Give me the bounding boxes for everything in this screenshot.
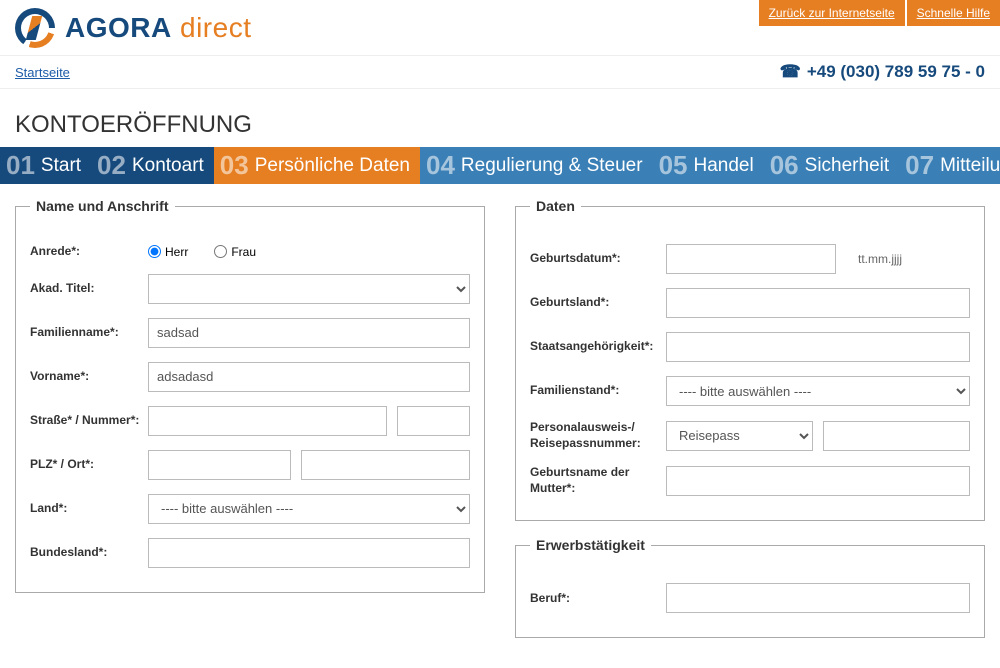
input-bundesland[interactable] <box>148 538 470 568</box>
page-title: KONTOERÖFFNUNG <box>0 89 1000 147</box>
input-staatsangehoerigkeit[interactable] <box>666 332 970 362</box>
input-ort[interactable] <box>301 450 470 480</box>
label-staatsangehoerigkeit: Staatsangehörigkeit*: <box>530 339 666 355</box>
input-geburtsname-mutter[interactable] <box>666 466 970 496</box>
label-plz-ort: PLZ* / Ort*: <box>30 457 148 473</box>
phone-text: +49 (030) 789 59 75 - 0 <box>807 62 985 82</box>
step-handel[interactable]: 05Handel <box>653 147 764 184</box>
step-persoenliche-daten[interactable]: 03Persönliche Daten <box>214 147 420 184</box>
legend-daten: Daten <box>530 198 581 214</box>
label-beruf: Beruf*: <box>530 591 666 607</box>
input-geburtsland[interactable] <box>666 288 970 318</box>
select-familienstand[interactable]: ---- bitte auswählen ---- <box>666 376 970 406</box>
input-strasse[interactable] <box>148 406 387 436</box>
step-kontoart[interactable]: 02Kontoart <box>91 147 214 184</box>
input-nummer[interactable] <box>397 406 470 436</box>
label-strasse: Straße* / Nummer*: <box>30 413 148 429</box>
step-start[interactable]: 01Start <box>0 147 91 184</box>
input-ausweis-nummer[interactable] <box>823 421 970 451</box>
breadcrumb-home[interactable]: Startseite <box>15 65 70 80</box>
input-familienname[interactable] <box>148 318 470 348</box>
step-nav: 01Start 02Kontoart 03Persönliche Daten 0… <box>0 147 1000 184</box>
label-anrede: Anrede*: <box>30 244 148 260</box>
link-back-to-site[interactable]: Zurück zur Internetseite <box>759 0 905 26</box>
step-mitteilung[interactable]: 07Mitteilung <box>899 147 1000 184</box>
input-plz[interactable] <box>148 450 291 480</box>
logo-text: AGORA direct <box>65 12 251 44</box>
phone-icon: ☎ <box>780 62 801 82</box>
radio-herr[interactable] <box>148 245 161 258</box>
step-sicherheit[interactable]: 06Sicherheit <box>764 147 899 184</box>
fieldset-daten: Daten Geburtsdatum*: tt.mm.jjjj Geburtsl… <box>515 198 985 521</box>
input-beruf[interactable] <box>666 583 970 613</box>
radio-herr-label[interactable]: Herr <box>148 245 188 259</box>
label-familienstand: Familienstand*: <box>530 383 666 399</box>
legend-name: Name und Anschrift <box>30 198 175 214</box>
label-titel: Akad. Titel: <box>30 281 148 297</box>
label-land: Land*: <box>30 501 148 517</box>
label-geburtsland: Geburtsland*: <box>530 295 666 311</box>
label-geburtsdatum: Geburtsdatum*: <box>530 251 666 267</box>
select-land[interactable]: ---- bitte auswählen ---- <box>148 494 470 524</box>
radio-frau-label[interactable]: Frau <box>214 245 256 259</box>
logo: AGORA direct <box>15 8 251 48</box>
input-geburtsdatum[interactable] <box>666 244 836 274</box>
label-familienname: Familienname*: <box>30 325 148 341</box>
fieldset-name-anschrift: Name und Anschrift Anrede*: Herr Frau Ak… <box>15 198 485 593</box>
step-regulierung-steuer[interactable]: 04Regulierung & Steuer <box>420 147 653 184</box>
fieldset-erwerbstaetigkeit: Erwerbstätigkeit Beruf*: <box>515 537 985 638</box>
logo-icon <box>15 8 55 48</box>
phone-number: ☎ +49 (030) 789 59 75 - 0 <box>780 62 985 82</box>
select-ausweis-typ[interactable]: Reisepass <box>666 421 813 451</box>
select-titel[interactable] <box>148 274 470 304</box>
label-bundesland: Bundesland*: <box>30 545 148 561</box>
label-vorname: Vorname*: <box>30 369 148 385</box>
input-vorname[interactable] <box>148 362 470 392</box>
link-quick-help[interactable]: Schnelle Hilfe <box>907 0 1000 26</box>
label-geburtsname-mutter: Geburtsname der Mutter*: <box>530 465 666 496</box>
legend-erwerb: Erwerbstätigkeit <box>530 537 651 553</box>
radio-frau[interactable] <box>214 245 227 258</box>
label-ausweis: Personalausweis-/ Reisepassnummer: <box>530 420 666 451</box>
hint-geburtsdatum: tt.mm.jjjj <box>858 252 902 266</box>
